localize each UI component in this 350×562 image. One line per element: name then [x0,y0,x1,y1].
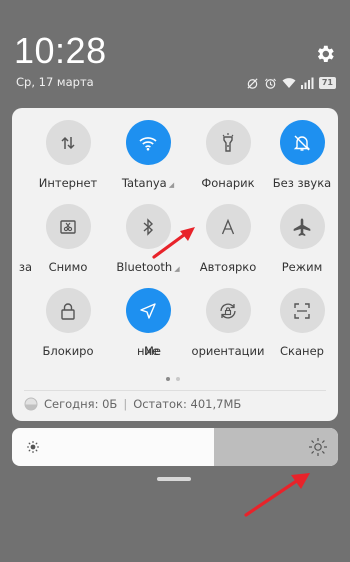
tile-internet[interactable]: Интернет [26,120,110,190]
brightness-low-icon [27,441,39,453]
rotation-lock-icon [220,303,236,318]
tile-lock[interactable]: Блокиро [26,288,110,358]
drag-handle[interactable] [157,477,191,481]
tile-flashlight[interactable]: Фонарик [186,120,270,190]
tile-wifi[interactable]: Tatanya ◢ [106,120,190,190]
tile-rotation-lock[interactable]: ориентации [186,288,270,358]
annotation-arrow [152,227,195,259]
tile-silent[interactable]: Без звука [260,120,344,190]
brightness-high-icon [309,438,327,456]
brightness-slider[interactable] [12,428,338,466]
wifi-icon [139,136,157,150]
tile-label: Фонарик [201,176,255,190]
page-dot[interactable] [176,377,180,381]
lock-icon [61,302,75,320]
tile-label: Режим [281,260,323,274]
bell-off-icon [293,135,311,151]
tile-label: Tatanya ◢ [121,176,175,190]
tile-screenshot[interactable]: Снимо [26,204,110,274]
auto-brightness-icon [221,218,235,234]
gear-icon[interactable] [314,43,336,65]
wifi-status-icon [282,78,296,88]
tile-label: Блокиро [42,344,94,358]
data-usage[interactable]: Сегодня: 0Б | Остаток: 401,7МБ [24,397,241,411]
usage-remaining: Остаток: 401,7МБ [133,397,242,411]
flashlight-icon [222,132,234,152]
clock: 10:28 [14,30,107,71]
tile-partial-label: Ме [144,344,161,358]
airplane-icon [293,218,311,236]
tile-label: Без звука [272,176,332,190]
tile-label: Сканер [280,344,324,358]
tile-label: Автояркo [199,260,257,274]
annotation-arrow [244,473,310,517]
mobile-data-icon [61,136,75,149]
battery-indicator: 71 [318,77,336,89]
page-indicator [166,377,180,381]
tile-scanner[interactable]: Сканер [260,288,344,358]
tile-label: ориентации [191,344,265,358]
date: Ср, 17 марта [16,75,94,89]
alarm-off-icon [247,77,258,89]
data-usage-icon [24,397,38,411]
tile-label: Интернет [38,176,98,190]
divider [24,390,326,391]
signal-icon [300,77,314,89]
screenshot-icon [60,219,76,234]
tile-label: Bluetooth ◢ [116,260,180,274]
usage-separator: | [123,397,128,411]
alarm-icon [264,77,276,89]
usage-today: Сегодня: 0Б [44,397,118,411]
tile-label: Снимо [48,260,88,274]
page-dot-active[interactable] [166,377,170,381]
status-bar: 71 [246,75,336,91]
quick-settings-panel: Интернет Tatanya ◢ Фонарик Без звука за … [12,108,338,421]
tile-airplane[interactable]: Режим [260,204,344,274]
scanner-icon [294,302,310,319]
